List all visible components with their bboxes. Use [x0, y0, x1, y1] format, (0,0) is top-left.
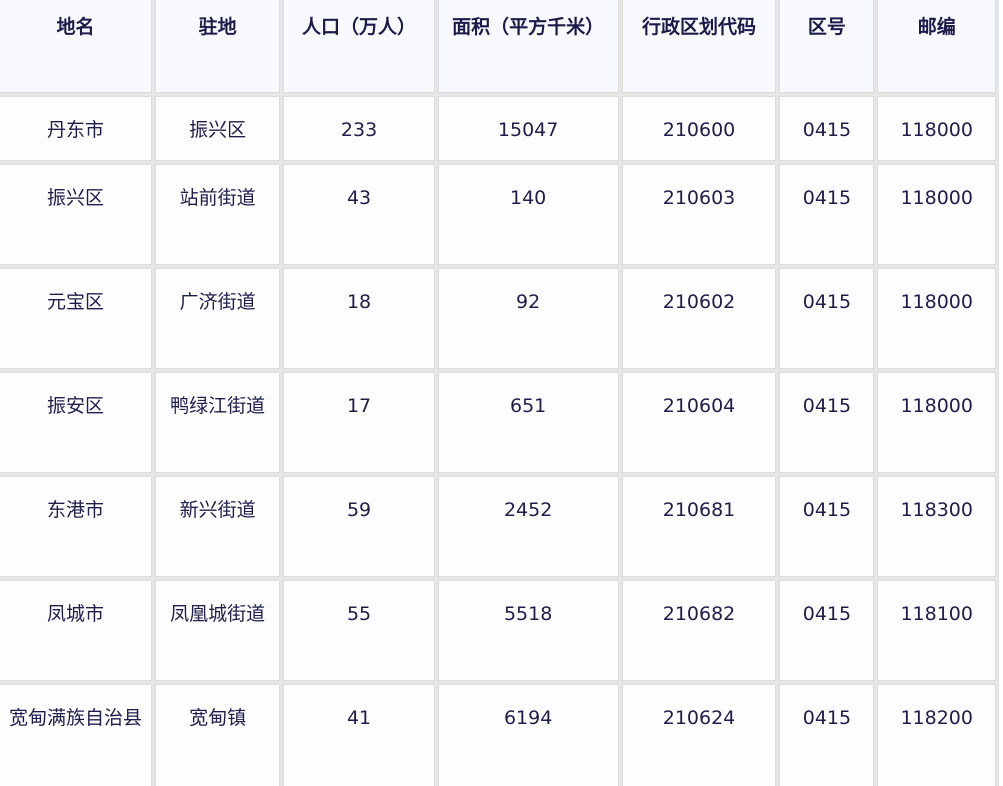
cell-population: 41: [283, 684, 435, 786]
table-row: 东港市 新兴街道 59 2452 210681 0415 118300: [0, 476, 996, 577]
cell-population: 17: [283, 372, 435, 473]
table-row: 振安区 鸭绿江街道 17 651 210604 0415 118000: [0, 372, 996, 473]
header-row: 地名 驻地 人口（万人） 面积（平方千米） 行政区划代码 区号 邮编: [0, 0, 996, 93]
header-seat: 驻地: [154, 0, 281, 93]
cell-admin-code: 210603: [621, 164, 777, 265]
cell-postcode: 118000: [877, 268, 996, 369]
header-name: 地名: [0, 0, 152, 93]
cell-area: 2452: [437, 476, 619, 577]
cell-name: 元宝区: [0, 268, 152, 369]
cell-population: 233: [283, 96, 435, 161]
cell-postcode: 118000: [877, 96, 996, 161]
cell-seat: 鸭绿江街道: [154, 372, 281, 473]
cell-area: 92: [437, 268, 619, 369]
cell-area-code: 0415: [779, 476, 875, 577]
header-postcode: 邮编: [877, 0, 996, 93]
cell-postcode: 118200: [877, 684, 996, 786]
cell-admin-code: 210682: [621, 580, 777, 681]
cell-postcode: 118300: [877, 476, 996, 577]
cell-population: 43: [283, 164, 435, 265]
region-table: 地名 驻地 人口（万人） 面积（平方千米） 行政区划代码 区号 邮编 丹东市 振…: [0, 0, 999, 786]
cell-seat: 站前街道: [154, 164, 281, 265]
cell-name: 宽甸满族自治县: [0, 684, 152, 786]
cell-area-code: 0415: [779, 268, 875, 369]
cell-postcode: 118000: [877, 372, 996, 473]
cell-seat: 新兴街道: [154, 476, 281, 577]
header-area-code: 区号: [779, 0, 875, 93]
cell-admin-code: 210602: [621, 268, 777, 369]
cell-name: 丹东市: [0, 96, 152, 161]
cell-area: 15047: [437, 96, 619, 161]
cell-name: 振兴区: [0, 164, 152, 265]
cell-postcode: 118100: [877, 580, 996, 681]
cell-population: 55: [283, 580, 435, 681]
cell-area: 651: [437, 372, 619, 473]
cell-population: 59: [283, 476, 435, 577]
header-area: 面积（平方千米）: [437, 0, 619, 93]
data-table-container: 地名 驻地 人口（万人） 面积（平方千米） 行政区划代码 区号 邮编 丹东市 振…: [0, 0, 1003, 786]
cell-seat: 振兴区: [154, 96, 281, 161]
cell-name: 振安区: [0, 372, 152, 473]
cell-area-code: 0415: [779, 164, 875, 265]
cell-area-code: 0415: [779, 684, 875, 786]
cell-admin-code: 210604: [621, 372, 777, 473]
cell-area: 140: [437, 164, 619, 265]
cell-seat: 宽甸镇: [154, 684, 281, 786]
table-row: 振兴区 站前街道 43 140 210603 0415 118000: [0, 164, 996, 265]
cell-area-code: 0415: [779, 372, 875, 473]
cell-admin-code: 210681: [621, 476, 777, 577]
table-row: 元宝区 广济街道 18 92 210602 0415 118000: [0, 268, 996, 369]
cell-seat: 凤凰城街道: [154, 580, 281, 681]
cell-area: 6194: [437, 684, 619, 786]
cell-area-code: 0415: [779, 580, 875, 681]
cell-name: 东港市: [0, 476, 152, 577]
header-population: 人口（万人）: [283, 0, 435, 93]
cell-area: 5518: [437, 580, 619, 681]
cell-population: 18: [283, 268, 435, 369]
table-row: 宽甸满族自治县 宽甸镇 41 6194 210624 0415 118200: [0, 684, 996, 786]
header-admin-code: 行政区划代码: [621, 0, 777, 93]
table-row: 凤城市 凤凰城街道 55 5518 210682 0415 118100: [0, 580, 996, 681]
cell-admin-code: 210624: [621, 684, 777, 786]
cell-name: 凤城市: [0, 580, 152, 681]
table-row: 丹东市 振兴区 233 15047 210600 0415 118000: [0, 96, 996, 161]
cell-postcode: 118000: [877, 164, 996, 265]
cell-admin-code: 210600: [621, 96, 777, 161]
cell-area-code: 0415: [779, 96, 875, 161]
cell-seat: 广济街道: [154, 268, 281, 369]
